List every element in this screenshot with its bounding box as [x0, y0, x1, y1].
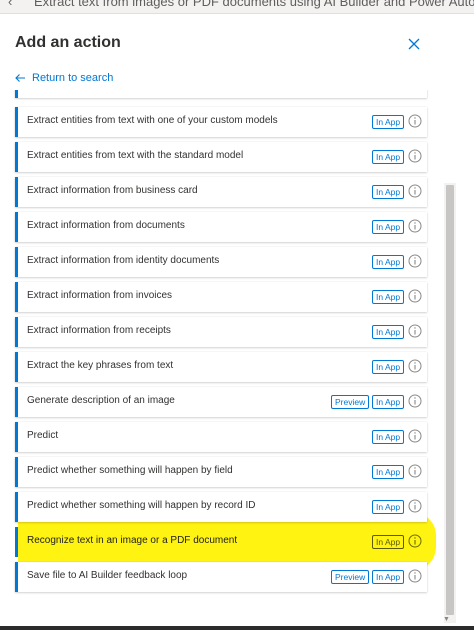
scroll-down-arrow-icon[interactable]: ▼ [443, 616, 450, 623]
action-accent-bar [15, 317, 18, 347]
action-label: Extract entities from text with one of y… [27, 115, 278, 126]
info-icon[interactable] [408, 114, 422, 128]
in-app-badge: In App [372, 150, 405, 164]
action-item[interactable]: Predict In App [15, 422, 427, 452]
window-title: Extract text from images or PDF document… [34, 0, 474, 9]
in-app-badge: In App [372, 220, 405, 234]
action-item[interactable]: Extract the key phrases from text In App [15, 352, 427, 382]
action-item[interactable]: Recognize text in an image or a PDF docu… [15, 527, 427, 557]
action-accent-bar [15, 387, 18, 417]
return-to-search-link[interactable]: Return to search [14, 72, 113, 84]
action-item[interactable]: Extract information from identity docume… [15, 247, 427, 277]
action-label: Predict whether something will happen by… [27, 465, 233, 476]
action-item[interactable]: Predict whether something will happen by… [15, 457, 427, 487]
action-label: Save file to AI Builder feedback loop [27, 570, 188, 581]
info-icon[interactable] [408, 324, 422, 338]
info-icon[interactable] [408, 254, 422, 268]
return-to-search-label: Return to search [32, 72, 114, 84]
info-icon[interactable] [408, 569, 422, 583]
action-label: Extract the key phrases from text [27, 360, 174, 371]
action-label: Recognize text in an image or a PDF docu… [27, 535, 238, 546]
action-list-viewport: Extract entities from text with one of y… [0, 90, 444, 598]
action-item[interactable]: Predict whether something will happen by… [15, 492, 427, 522]
action-accent-bar [15, 177, 18, 207]
info-icon[interactable] [408, 149, 422, 163]
in-app-badge: In App [372, 325, 405, 339]
action-accent-bar [15, 492, 18, 522]
action-accent-bar [15, 282, 18, 312]
action-label: Extract information from invoices [27, 290, 173, 301]
in-app-badge: In App [372, 115, 405, 129]
action-accent-bar [15, 352, 18, 382]
info-icon[interactable] [408, 289, 422, 303]
info-icon[interactable] [408, 534, 422, 548]
back-chevron-icon[interactable]: ‹ [8, 0, 12, 9]
action-label: Extract information from business card [27, 185, 198, 196]
in-app-badge: In App [372, 290, 405, 304]
scrollbar-thumb[interactable] [446, 185, 454, 615]
info-icon[interactable] [408, 394, 422, 408]
action-accent-bar [15, 457, 18, 487]
action-label: Extract information from identity docume… [27, 255, 220, 266]
action-item[interactable]: Extract information from documents In App [15, 212, 427, 242]
info-icon[interactable] [408, 359, 422, 373]
preview-badge: Preview [331, 395, 370, 409]
window-titlebar: ‹ Extract text from images or PDF docume… [0, 0, 474, 14]
action-label: Predict [27, 430, 59, 441]
action-accent-bar [15, 527, 18, 557]
action-accent-bar [15, 247, 18, 277]
action-label: Predict whether something will happen by… [27, 500, 256, 511]
action-accent-bar [15, 107, 18, 137]
action-item[interactable]: Extract information from invoices In App [15, 282, 427, 312]
action-item[interactable]: Save file to AI Builder feedback loop Pre… [15, 562, 427, 592]
action-item[interactable]: Extract information from business card In… [15, 177, 427, 207]
in-app-badge: In App [372, 360, 405, 374]
preview-badge: Preview [331, 570, 370, 584]
scrollbar-track[interactable] [444, 183, 456, 623]
panel-title: Add an action [15, 34, 121, 51]
action-accent-bar [15, 422, 18, 452]
action-item[interactable]: Extract entities from text with one of y… [15, 107, 427, 137]
action-accent-bar [15, 90, 18, 98]
info-icon[interactable] [408, 219, 422, 233]
info-icon[interactable] [408, 184, 422, 198]
action-accent-bar [15, 142, 18, 172]
in-app-badge: In App [372, 255, 405, 269]
arrow-left-icon [15, 74, 25, 82]
action-item-partial[interactable] [15, 90, 427, 98]
bottom-edge [0, 626, 474, 630]
action-accent-bar [15, 562, 18, 592]
info-icon[interactable] [408, 429, 422, 443]
action-label: Extract information from documents [27, 220, 185, 231]
action-item[interactable]: Extract entities from text with the stan… [15, 142, 427, 172]
close-icon[interactable] [404, 34, 424, 54]
in-app-badge: In App [372, 570, 405, 584]
in-app-badge: In App [372, 430, 405, 444]
info-icon[interactable] [408, 464, 422, 478]
action-item[interactable]: Extract information from receipts In App [15, 317, 427, 347]
info-icon[interactable] [408, 499, 422, 513]
in-app-badge: In App [372, 465, 405, 479]
action-label: Generate description of an image [27, 395, 175, 406]
action-label: Extract information from receipts [27, 325, 171, 336]
action-label: Extract entities from text with the stan… [27, 150, 244, 161]
in-app-badge: In App [372, 500, 405, 514]
in-app-badge: In App [372, 185, 405, 199]
in-app-badge: In App [372, 395, 405, 409]
action-item[interactable]: Generate description of an image Preview I… [15, 387, 427, 417]
in-app-badge: In App [372, 535, 405, 549]
action-accent-bar [15, 212, 18, 242]
